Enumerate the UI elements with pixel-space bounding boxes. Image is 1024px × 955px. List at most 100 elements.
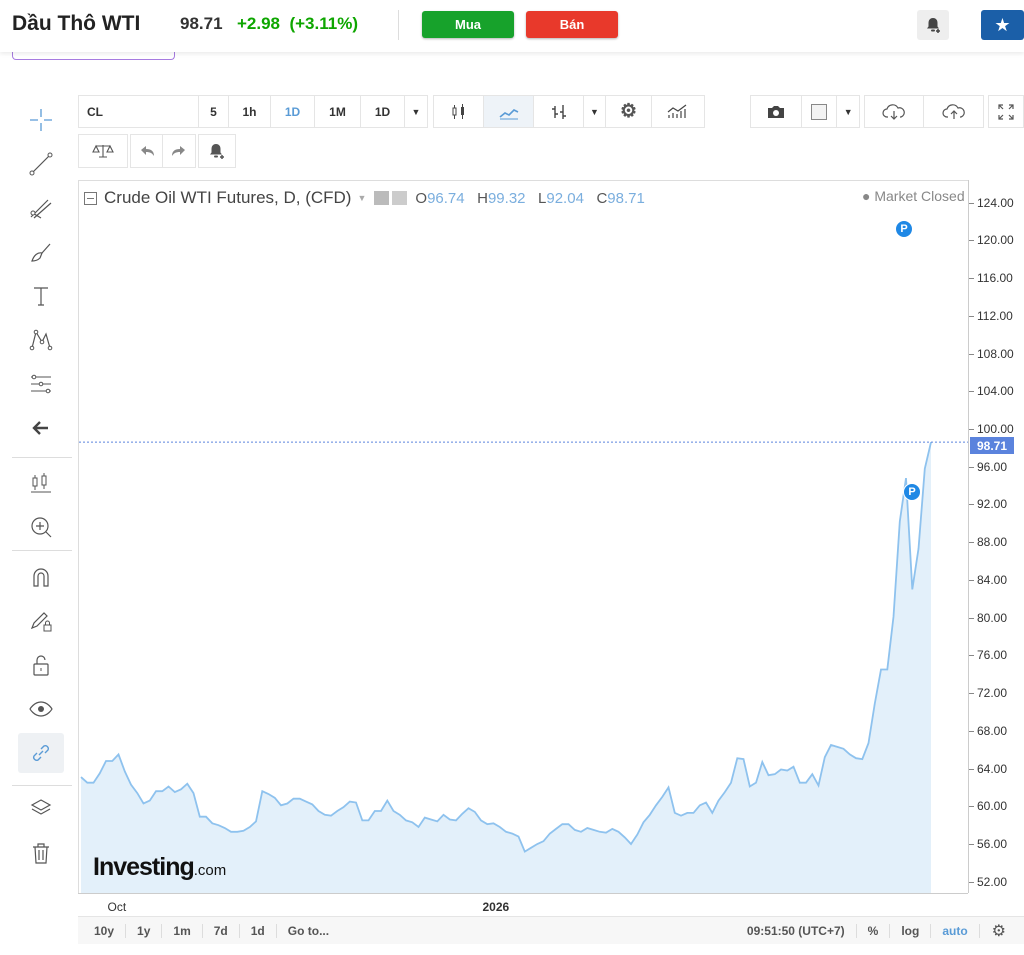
undo-icon (140, 146, 154, 156)
lock-drawing-tool[interactable] (18, 601, 64, 641)
price-area-chart[interactable] (79, 181, 969, 894)
interval-custom[interactable]: 1D (361, 96, 405, 127)
visibility-tool[interactable] (18, 689, 64, 729)
measure-tool[interactable] (18, 364, 64, 404)
range-7d[interactable]: 7d (203, 923, 240, 938)
time-axis[interactable]: Oct 2026 (78, 893, 968, 915)
trend-line-tool[interactable] (18, 144, 64, 184)
logo-main: Investing (93, 853, 195, 881)
y-tick-label: 64.00 (977, 761, 1008, 776)
clock[interactable]: 09:51:50 (UTC+7) (736, 923, 857, 938)
candles-style-button[interactable] (434, 96, 484, 127)
fullscreen-button[interactable] (989, 96, 1023, 127)
y-tick-label: 92.00 (977, 497, 1008, 512)
price-axis[interactable]: 124.00 120.00 116.00 112.00 108.00 104.00 100.… (968, 180, 1024, 893)
interval-1d[interactable]: 1D (271, 96, 315, 127)
sync-drawings-tool[interactable] (18, 733, 64, 773)
event-badge-icon[interactable]: P (903, 483, 921, 501)
object-tree-tool[interactable] (18, 789, 64, 829)
range-1m[interactable]: 1m (162, 923, 203, 938)
y-tick-mark (969, 843, 974, 845)
load-chart-button[interactable] (865, 96, 925, 127)
fullscreen-toolbar (988, 95, 1024, 128)
range-1y[interactable]: 1y (126, 923, 163, 938)
chart-plot-area[interactable] (78, 180, 969, 894)
create-alert-button[interactable] (199, 135, 235, 167)
y-tick-label: 56.00 (977, 836, 1008, 851)
y-tick-mark (969, 730, 974, 732)
hide-toolbar-button[interactable] (18, 408, 64, 448)
percent-scale-toggle[interactable]: % (857, 923, 891, 938)
crosshair-tool[interactable] (18, 100, 64, 140)
text-tool[interactable] (18, 276, 64, 316)
cloud-upload-icon (941, 103, 965, 119)
compare-toolbar (78, 134, 128, 168)
magnet-tool[interactable] (18, 557, 64, 597)
series-dropdown-icon[interactable]: ▼ (357, 193, 366, 203)
instrument-title: Dầu Thô WTI (12, 12, 141, 35)
interval-1m[interactable]: 1M (315, 96, 361, 127)
range-10y[interactable]: 10y (78, 923, 127, 938)
series-settings-icon[interactable] (374, 191, 390, 205)
lock-all-tool[interactable] (18, 645, 64, 685)
logo-suffix: .com (193, 862, 227, 879)
style-dropdown[interactable]: ▼ (584, 96, 606, 127)
y-tick-mark (969, 579, 974, 581)
interval-5[interactable]: 5 (199, 96, 229, 127)
compare-button[interactable] (79, 135, 127, 167)
y-tick-mark (969, 617, 974, 619)
go-to-date[interactable]: Go to... (277, 924, 340, 938)
auto-scale-toggle[interactable]: auto (931, 923, 980, 938)
y-tick-mark (969, 542, 974, 544)
star-icon: ★ (994, 14, 1011, 35)
bell-plus-icon (210, 144, 224, 159)
event-badge-icon[interactable]: P (895, 220, 913, 238)
indicators-tool[interactable] (18, 463, 64, 503)
redo-button[interactable] (163, 135, 195, 167)
undo-button[interactable] (131, 135, 164, 167)
y-tick-mark (969, 353, 974, 355)
axis-settings-icon[interactable]: ⚙ (980, 921, 1024, 941)
y-tick-mark (969, 278, 974, 280)
bars-style-button[interactable] (534, 96, 584, 127)
y-tick-label: 100.00 (977, 421, 1014, 436)
cloud-download-icon (882, 103, 905, 120)
y-tick-mark (969, 806, 974, 808)
log-scale-toggle[interactable]: log (890, 923, 932, 938)
area-style-button[interactable] (484, 96, 534, 127)
interval-1h[interactable]: 1h (229, 96, 271, 127)
save-chart-button[interactable] (924, 96, 983, 127)
chart-style-toolbar: ▼ ⚙ (433, 95, 705, 128)
add-alert-button[interactable] (917, 10, 949, 40)
y-tick-mark (969, 881, 974, 883)
zoom-tool[interactable] (18, 507, 64, 547)
pattern-tool[interactable] (18, 320, 64, 360)
remove-drawings-tool[interactable] (18, 833, 64, 873)
y-tick-label: 112.00 (977, 308, 1013, 323)
symbol-input[interactable] (79, 96, 199, 127)
y-tick-mark (969, 768, 974, 770)
interval-dropdown[interactable]: ▼ (405, 96, 427, 127)
pitchfork-tool[interactable] (18, 188, 64, 228)
color-picker[interactable] (802, 96, 838, 127)
y-tick-mark (969, 504, 974, 506)
y-tick-mark (969, 466, 974, 468)
series-eye-icon[interactable] (392, 191, 408, 205)
y-tick-label: 108.00 (977, 346, 1014, 361)
snapshot-button[interactable] (751, 96, 803, 127)
settings-button[interactable]: ⚙ (606, 96, 652, 127)
sell-button[interactable]: Bán (526, 11, 618, 38)
color-dropdown[interactable]: ▼ (837, 96, 859, 127)
range-1d[interactable]: 1d (240, 923, 277, 938)
close-label: C (596, 189, 608, 207)
buy-button[interactable]: Mua (422, 11, 514, 38)
collapse-legend-icon[interactable] (84, 191, 97, 205)
watchlist-star-button[interactable]: ★ (981, 10, 1024, 40)
link-icon (33, 745, 49, 761)
drawing-toolbar (10, 95, 72, 885)
change-value: +2.98 (237, 14, 281, 33)
brush-tool[interactable] (18, 232, 64, 272)
indicators-button[interactable] (652, 96, 702, 127)
alert-toolbar (198, 134, 236, 168)
ohlc-bars-icon (551, 104, 566, 119)
